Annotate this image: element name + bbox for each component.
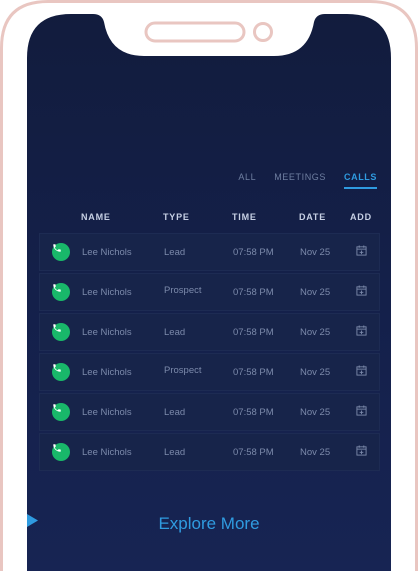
explore-more-label: Explore More <box>158 514 260 533</box>
row-type: Prospect <box>164 285 202 296</box>
row-time: 07:58 PM <box>233 247 274 258</box>
filter-tabs: ALL MEETINGS CALLS <box>238 172 377 189</box>
tab-all[interactable]: ALL <box>238 172 256 189</box>
row-date: Nov 25 <box>300 447 331 458</box>
phone-icon <box>52 363 70 381</box>
tab-calls[interactable]: CALLS <box>344 172 377 189</box>
column-header-date: DATE <box>299 212 327 222</box>
row-time: 07:58 PM <box>233 327 274 338</box>
row-time: 07:58 PM <box>233 407 274 418</box>
app-screen: ALL MEETINGS CALLS NAME TYPE TIME DATE A… <box>27 14 391 571</box>
phone-icon <box>52 243 70 261</box>
row-time: 07:58 PM <box>233 447 274 458</box>
table-row[interactable]: Lee Nichols Lead 07:58 PM Nov 25 <box>39 233 380 271</box>
row-date: Nov 25 <box>300 287 331 298</box>
row-type: Lead <box>164 327 186 338</box>
tab-meetings[interactable]: MEETINGS <box>274 172 326 189</box>
table-row[interactable]: Lee Nichols Lead 07:58 PM Nov 25 <box>39 393 380 431</box>
column-header-time: TIME <box>232 212 257 222</box>
column-header-type: TYPE <box>163 212 190 222</box>
column-header-name: NAME <box>81 212 111 222</box>
row-date: Nov 25 <box>300 247 331 258</box>
row-name: Lee Nichols <box>82 327 132 338</box>
row-date: Nov 25 <box>300 367 331 378</box>
table-row[interactable]: Lee Nichols Prospect 07:58 PM Nov 25 <box>39 273 380 311</box>
explore-more-link[interactable]: Explore More <box>27 514 391 534</box>
row-name: Lee Nichols <box>82 367 132 378</box>
row-type: Lead <box>164 247 186 258</box>
calls-table: Lee Nichols Lead 07:58 PM Nov 25 Lee Nic… <box>39 233 380 473</box>
table-row[interactable]: Lee Nichols Prospect 07:58 PM Nov 25 <box>39 353 380 391</box>
row-date: Nov 25 <box>300 407 331 418</box>
row-date: Nov 25 <box>300 327 331 338</box>
play-arrow-icon <box>27 514 38 527</box>
row-time: 07:58 PM <box>233 287 274 298</box>
phone-mockup: ALL MEETINGS CALLS NAME TYPE TIME DATE A… <box>0 0 418 571</box>
row-name: Lee Nichols <box>82 447 132 458</box>
phone-icon <box>52 443 70 461</box>
table-row[interactable]: Lee Nichols Lead 07:58 PM Nov 25 <box>39 313 380 351</box>
phone-icon <box>52 323 70 341</box>
row-type: Prospect <box>164 365 202 376</box>
row-name: Lee Nichols <box>82 247 132 258</box>
column-header-add: ADD <box>350 212 372 222</box>
row-name: Lee Nichols <box>82 407 132 418</box>
row-type: Lead <box>164 407 186 418</box>
row-type: Lead <box>164 447 186 458</box>
row-time: 07:58 PM <box>233 367 274 378</box>
table-row[interactable]: Lee Nichols Lead 07:58 PM Nov 25 <box>39 433 380 471</box>
row-name: Lee Nichols <box>82 287 132 298</box>
phone-icon <box>52 403 70 421</box>
table-header: NAME TYPE TIME DATE ADD <box>39 212 379 224</box>
phone-icon <box>52 283 70 301</box>
